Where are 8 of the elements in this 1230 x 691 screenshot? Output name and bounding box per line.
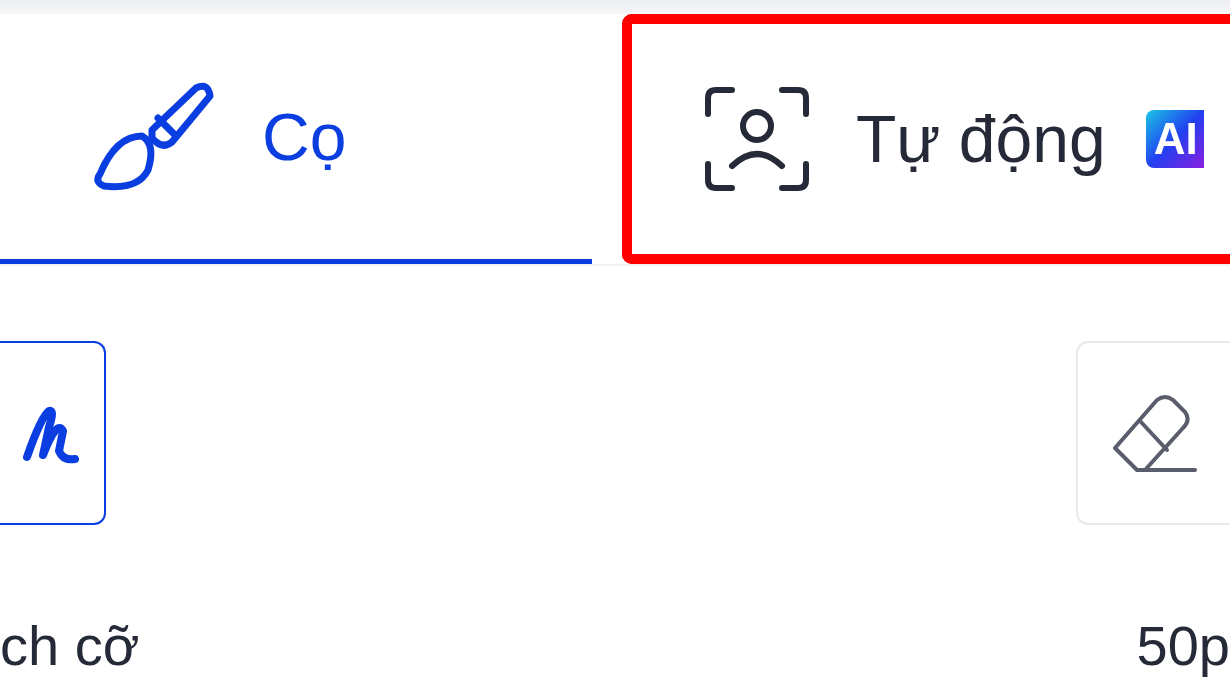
eraser-tool-button[interactable] xyxy=(1076,341,1230,525)
tab[interactable]: Tự động AI xyxy=(622,14,1230,264)
face-scan-icon xyxy=(704,86,810,192)
eraser-icon xyxy=(1111,392,1197,474)
ai-badge: AI xyxy=(1145,110,1204,168)
size-value: 50p xyxy=(1136,613,1230,678)
stroke-tool-button[interactable] xyxy=(0,341,106,525)
size-label: ch cỡ xyxy=(0,613,140,678)
